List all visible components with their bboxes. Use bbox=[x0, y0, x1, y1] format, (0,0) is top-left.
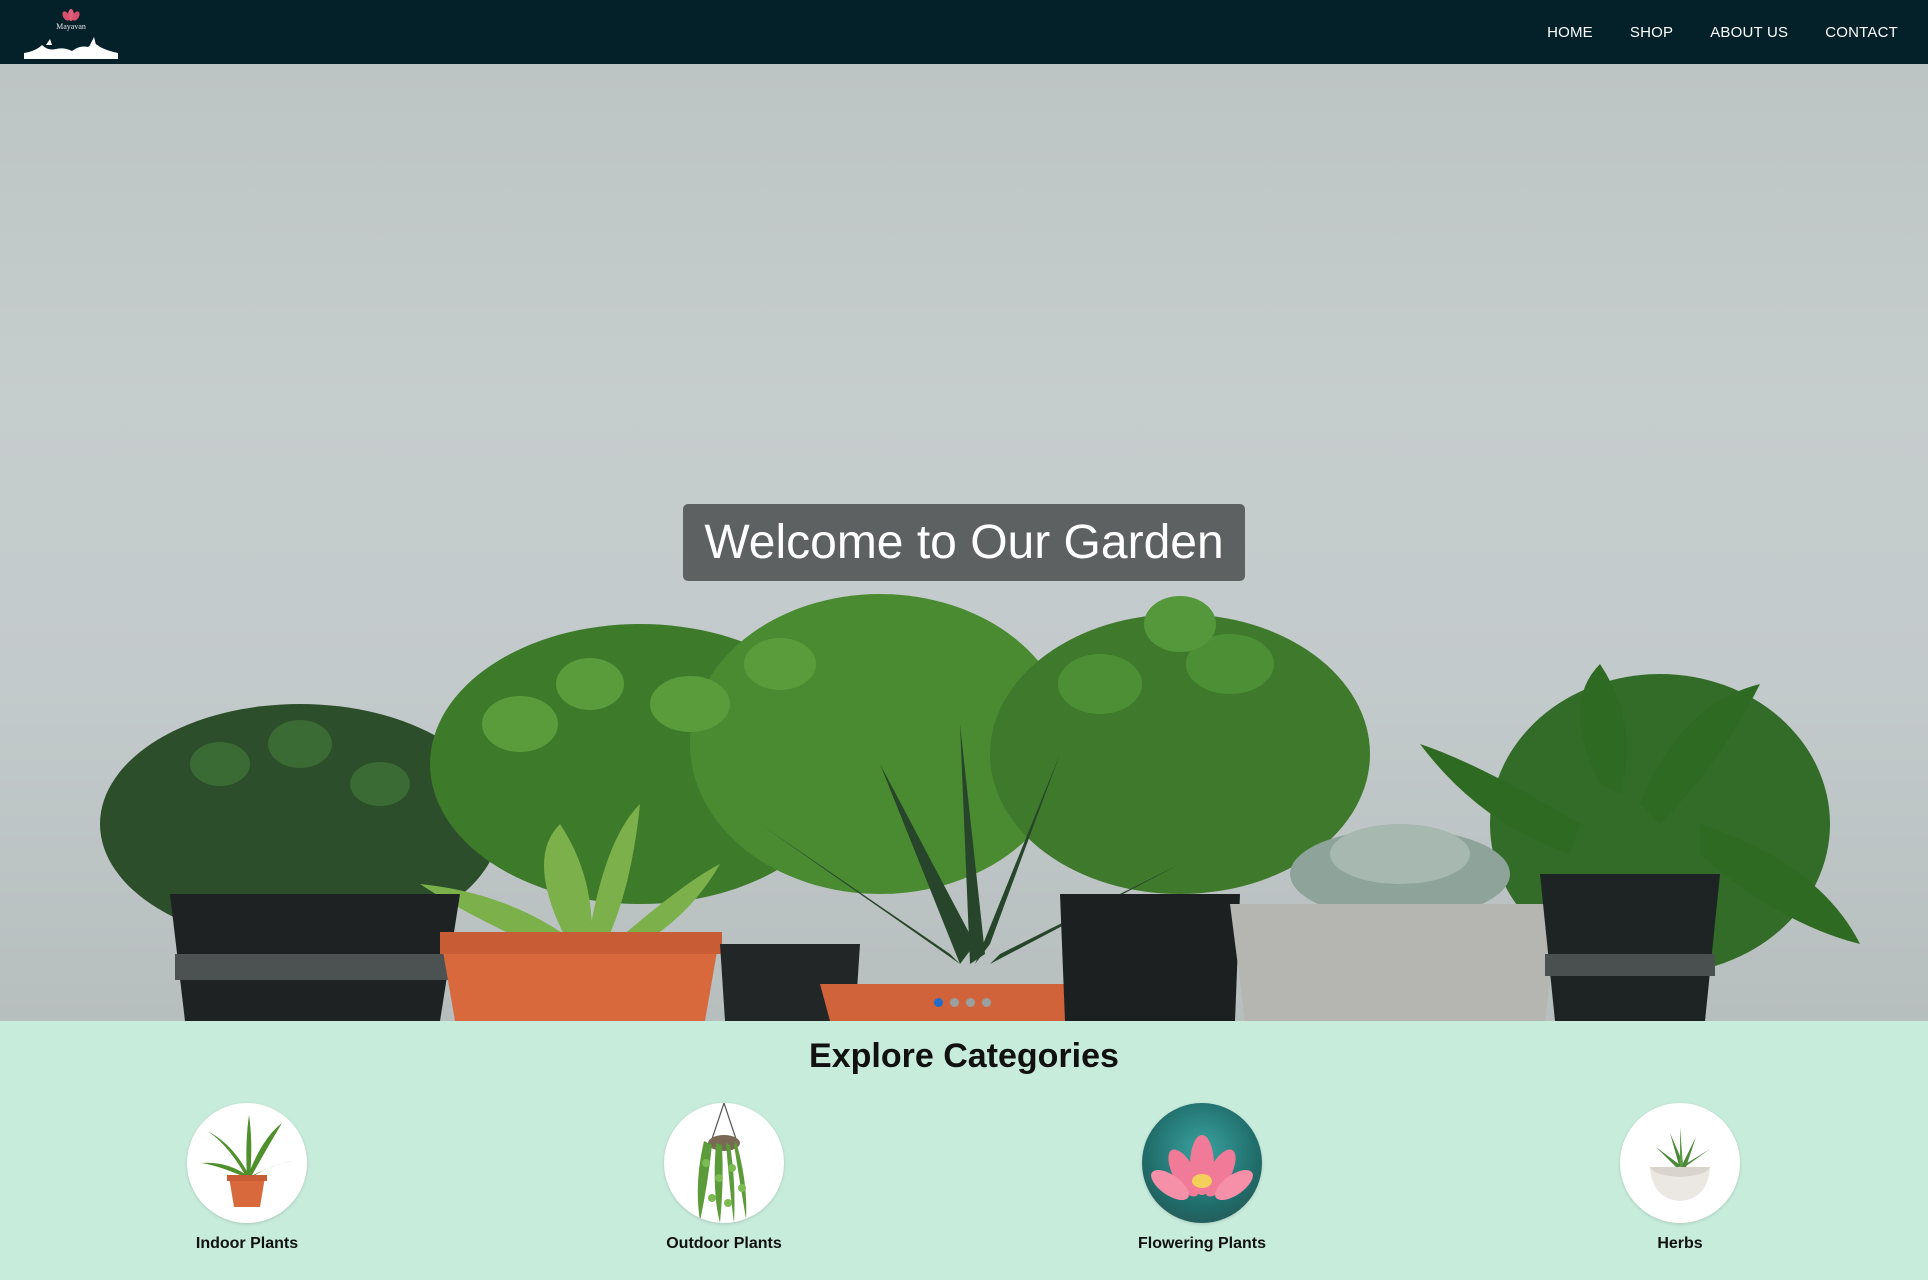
category-label-herbs[interactable]: Herbs bbox=[1570, 1235, 1790, 1253]
nav-shop-link[interactable]: SHOP bbox=[1630, 24, 1673, 41]
nav-links: HOME SHOP ABOUT US CONTACT bbox=[1510, 24, 1898, 41]
category-herbs[interactable]: Herbs bbox=[1570, 1103, 1790, 1253]
carousel-dot-3[interactable] bbox=[966, 998, 975, 1007]
nav-contact-link[interactable]: CONTACT bbox=[1825, 24, 1898, 41]
categories-heading: Explore Categories bbox=[809, 1037, 1119, 1075]
hero-title: Welcome to Our Garden bbox=[683, 504, 1245, 581]
logo-text: Mayavan bbox=[56, 22, 86, 31]
site-logo[interactable]: Mayavan bbox=[24, 7, 118, 61]
carousel-dot-4[interactable] bbox=[982, 998, 991, 1007]
carousel-indicators bbox=[934, 998, 991, 1007]
navbar: Mayavan HOME SHOP ABOUT US CONTACT bbox=[0, 0, 1928, 64]
category-indoor-plants[interactable]: Indoor Plants bbox=[137, 1103, 357, 1253]
fern-pot-icon[interactable] bbox=[187, 1103, 307, 1223]
succulent-bowl-icon[interactable] bbox=[1620, 1103, 1740, 1223]
hanging-plant-icon[interactable] bbox=[664, 1103, 784, 1223]
category-outdoor-plants[interactable]: Outdoor Plants bbox=[614, 1103, 834, 1253]
category-label-outdoor[interactable]: Outdoor Plants bbox=[614, 1235, 834, 1253]
nav-home-link[interactable]: HOME bbox=[1547, 24, 1593, 41]
nav-about-link[interactable]: ABOUT US bbox=[1710, 24, 1788, 41]
categories-section: Explore Categories Indoor Plants Outdoor… bbox=[0, 1021, 1928, 1280]
carousel-dot-1[interactable] bbox=[934, 998, 943, 1007]
category-label-indoor[interactable]: Indoor Plants bbox=[137, 1235, 357, 1253]
hero-carousel[interactable]: Welcome to Our Garden bbox=[0, 64, 1928, 1021]
pink-lotus-icon[interactable] bbox=[1142, 1103, 1262, 1223]
category-label-flowering[interactable]: Flowering Plants bbox=[1092, 1235, 1312, 1253]
category-flowering-plants[interactable]: Flowering Plants bbox=[1092, 1103, 1312, 1253]
carousel-dot-2[interactable] bbox=[950, 998, 959, 1007]
lotus-logo-icon bbox=[24, 9, 118, 59]
